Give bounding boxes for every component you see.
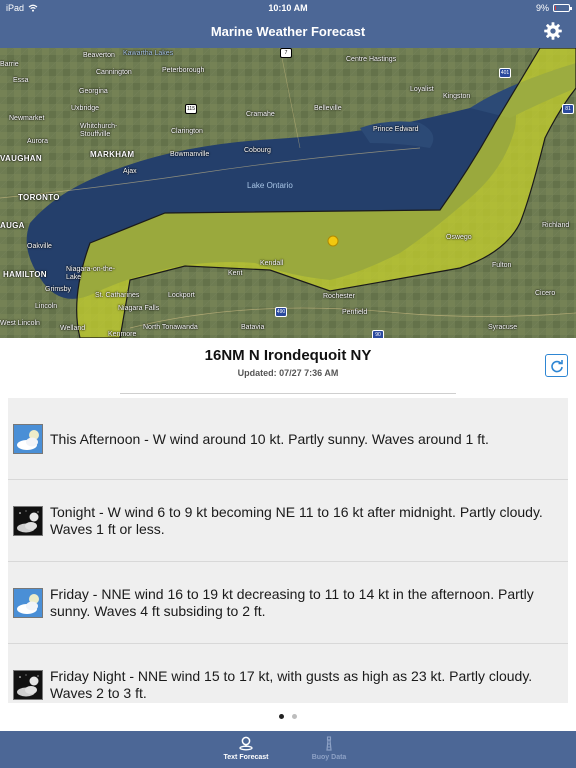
map-label: Cannington: [96, 69, 132, 76]
map-label: VAUGHAN: [0, 154, 42, 163]
map-label: Prince Edward: [373, 126, 419, 133]
map-label: Kingston: [443, 93, 471, 100]
map-label: Kendall: [260, 260, 284, 267]
map-label: Fulton: [492, 262, 512, 269]
map-label: Cramahe: [246, 111, 275, 118]
map-label: Loyalist: [410, 86, 434, 93]
map-label: Newmarket: [9, 115, 45, 122]
updated-timestamp: Updated: 07/27 7:36 AM: [237, 368, 339, 378]
map-label: HAMILTON: [3, 270, 47, 279]
location-title: 16NM N Irondequoit NY: [204, 347, 372, 364]
map-label: Lincoln: [35, 303, 58, 310]
forecast-zone-map[interactable]: Lake Ontario Beaverton Kawartha Lakes Ba…: [0, 48, 576, 338]
location-pin-icon: [239, 736, 253, 751]
tab-label: Text Forecast: [223, 754, 269, 761]
tab-text-forecast[interactable]: Text Forecast: [201, 735, 291, 761]
partly-sunny-icon: [13, 588, 43, 618]
map-label: AUGA: [0, 221, 25, 230]
forecast-text: Friday Night - NNE wind 15 to 17 kt, wit…: [50, 668, 533, 701]
map-label: Kent: [228, 270, 243, 277]
map-label: Peterborough: [162, 67, 205, 74]
page-title: Marine Weather Forecast: [210, 24, 366, 39]
highway-shield: 81: [562, 104, 574, 114]
refresh-icon: [550, 359, 563, 372]
map-label: Barrie: [0, 61, 19, 68]
map-label: Ajax: [123, 168, 137, 175]
map-label: Niagara-on-the-Lake: [66, 266, 116, 281]
partly-cloudy-night-icon: [13, 670, 43, 700]
map-label: North Tonawanda: [143, 324, 198, 331]
status-time: 10:10 AM: [268, 3, 308, 13]
map-label: St. Catharines: [95, 292, 140, 299]
map-label: Penfield: [342, 309, 368, 316]
location-marker: [327, 235, 339, 247]
map-label: Grimsby: [45, 286, 72, 293]
map-label: Lockport: [168, 292, 195, 299]
highway-shield: 401: [499, 68, 511, 78]
tab-buoy-data[interactable]: Buoy Data: [284, 735, 374, 761]
map-label: Beaverton: [83, 52, 115, 59]
tab-bar: Text Forecast Buoy Data: [0, 731, 576, 768]
map-label: Uxbridge: [71, 105, 100, 112]
map-label: Kenmore: [108, 331, 137, 338]
page-dot[interactable]: [292, 714, 297, 719]
map-label: Oakville: [27, 243, 52, 250]
map-label: Whitchurch-Stouffville: [80, 123, 118, 138]
forecast-row[interactable]: This Afternoon - W wind around 10 kt. Pa…: [8, 398, 568, 480]
map-label: Syracuse: [488, 324, 518, 331]
page-dot[interactable]: [279, 714, 284, 719]
header: iPad 10:10 AM 9% Marine Weather Forecast: [0, 0, 576, 48]
highway-shield: 90: [372, 330, 384, 338]
map-label: Clarington: [171, 128, 203, 135]
gear-icon[interactable]: [543, 21, 563, 41]
map-label: Richland: [542, 222, 570, 229]
highway-shield: 7: [280, 48, 292, 58]
tab-label: Buoy Data: [311, 754, 347, 761]
map-label: Georgina: [79, 88, 108, 95]
map-label: Aurora: [27, 138, 49, 145]
forecast-text: This Afternoon - W wind around 10 kt. Pa…: [50, 430, 489, 447]
status-bar: iPad 10:10 AM 9%: [0, 0, 576, 16]
forecast-text: Friday - NNE wind 16 to 19 kt decreasing…: [50, 586, 534, 619]
map-label: MARKHAM: [90, 150, 135, 159]
forecast-row[interactable]: Friday - NNE wind 16 to 19 kt decreasing…: [8, 562, 568, 644]
map-label: Niagara Falls: [118, 305, 160, 312]
forecast-list[interactable]: This Afternoon - W wind around 10 kt. Pa…: [8, 398, 568, 703]
map-label: Oswego: [446, 234, 472, 241]
map-label: West Lincoln: [0, 320, 40, 327]
map-label: Cobourg: [244, 147, 271, 154]
battery-icon: [553, 4, 572, 12]
map-label: Bowmanville: [170, 151, 210, 158]
highway-shield: 115: [185, 104, 197, 114]
partly-sunny-icon: [13, 424, 43, 454]
forecast-row[interactable]: Friday Night - NNE wind 15 to 17 kt, wit…: [8, 644, 568, 703]
forecast-text: Tonight - W wind 6 to 9 kt becoming NE 1…: [50, 504, 543, 537]
divider: [120, 393, 456, 394]
battery-percent: 9%: [535, 3, 549, 13]
forecast-row[interactable]: Tonight - W wind 6 to 9 kt becoming NE 1…: [8, 480, 568, 562]
refresh-button[interactable]: [545, 354, 568, 377]
map-label: Rochester: [323, 293, 355, 300]
partly-cloudy-night-icon: [13, 506, 43, 536]
map-label: Welland: [60, 325, 86, 332]
lighthouse-icon: [326, 736, 332, 751]
map-label: Kawartha Lakes: [123, 50, 174, 57]
map-label: Belleville: [314, 105, 342, 112]
map-label: Cicero: [535, 290, 556, 297]
map-label-lake: Lake Ontario: [247, 181, 293, 190]
page-indicator[interactable]: [0, 714, 576, 719]
map-label: Batavia: [241, 324, 265, 331]
map-label: Essa: [13, 77, 29, 84]
map-label: Centre Hastings: [346, 56, 397, 63]
highway-shield: 490: [275, 307, 287, 317]
map-label: TORONTO: [18, 193, 60, 202]
